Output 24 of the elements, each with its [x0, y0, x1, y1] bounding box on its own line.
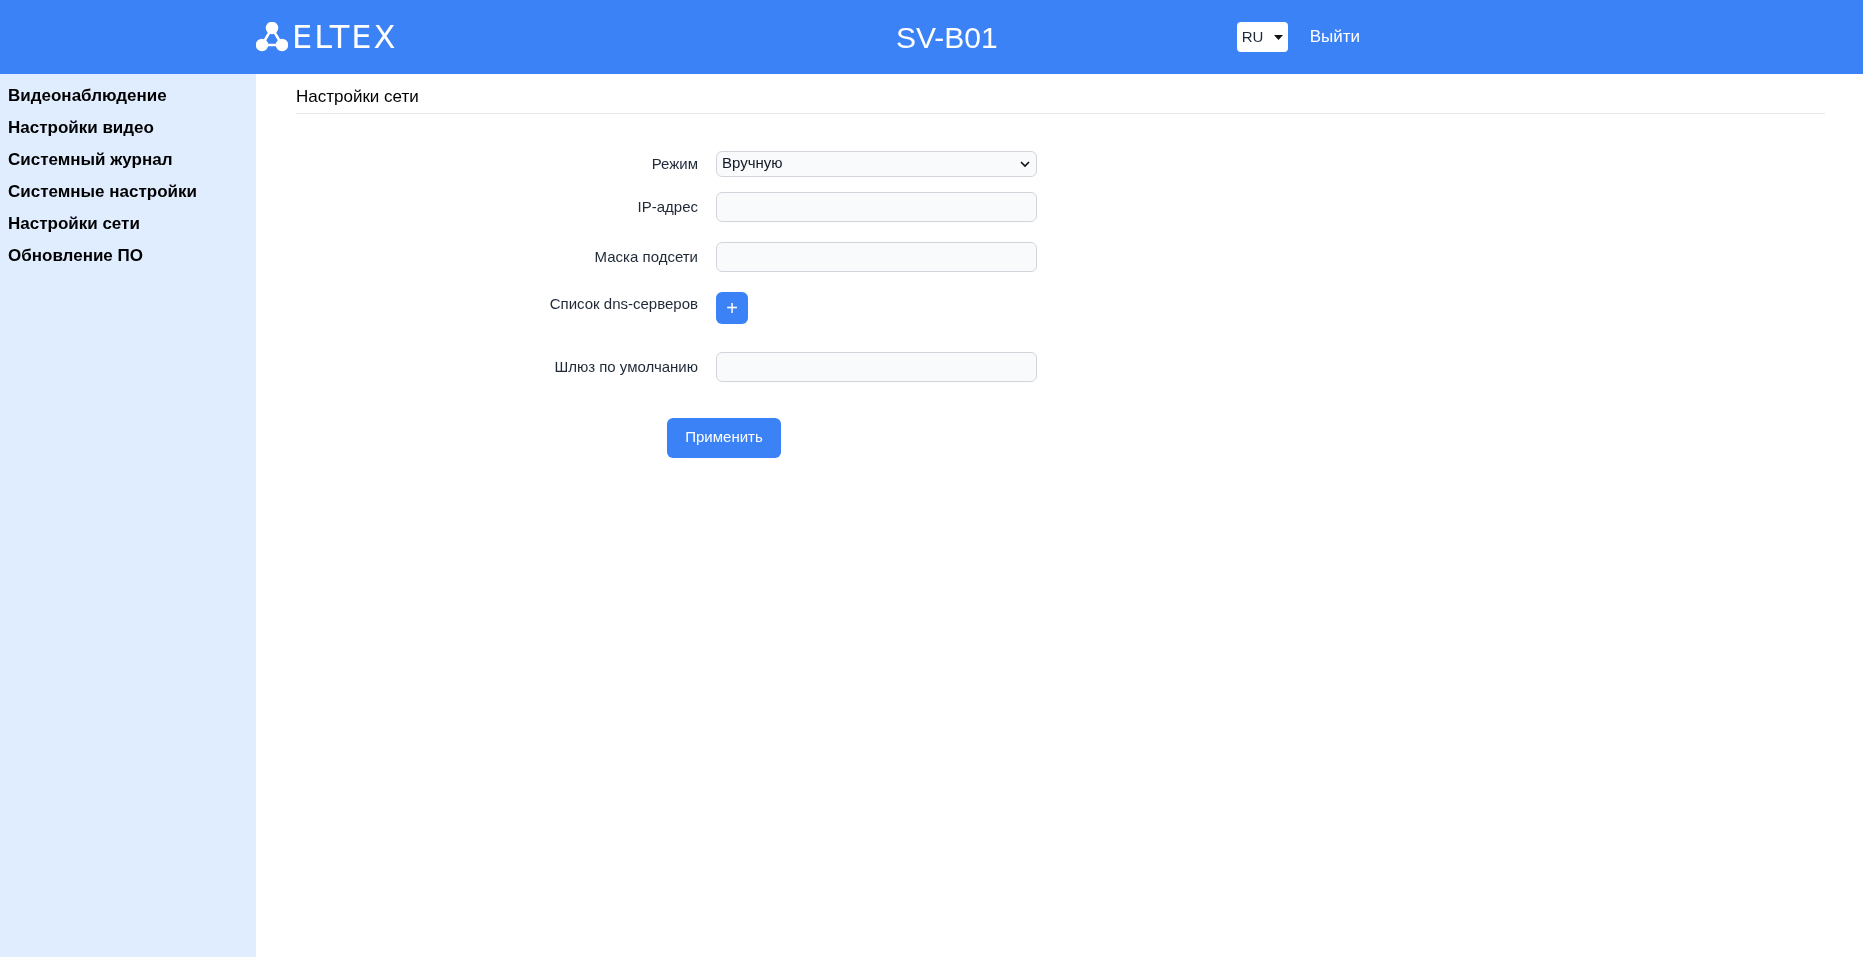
logout-link[interactable]: Выйти [1309, 24, 1360, 50]
text-field[interactable] [716, 191, 1037, 222]
sidebar-item[interactable]: Системный журнал [8, 148, 256, 171]
sidebar-item[interactable]: Настройки сети [8, 212, 256, 235]
field-label: Список dns-серверов [549, 294, 698, 312]
page-title: Настройки сети [296, 86, 420, 108]
sidebar-item[interactable]: Обновление ПО [8, 244, 256, 267]
language-select[interactable]: RU [1236, 22, 1288, 52]
mode-select[interactable]: Вручную [716, 150, 1037, 177]
field-label: IP-адрес [637, 197, 698, 215]
text-field[interactable] [716, 351, 1037, 382]
logo-text: ELTEX [292, 21, 398, 53]
sidebar-item[interactable]: Настройки видео [8, 116, 256, 139]
field-label: Шлюз по умолчанию [554, 357, 698, 375]
caret-icon [1273, 34, 1283, 40]
logo-icon [256, 22, 288, 52]
apply-button[interactable]: Применить [667, 417, 781, 458]
text-field[interactable] [716, 241, 1037, 272]
sidebar-item[interactable]: Системные настройки [8, 180, 256, 203]
add-button[interactable]: + [716, 291, 748, 324]
sidebar-item[interactable]: Видеонаблюдение [8, 84, 256, 107]
field-label: Режим [651, 154, 698, 172]
field-label: Маска подсети [594, 247, 698, 265]
device-title: SV-B01 [896, 19, 998, 56]
